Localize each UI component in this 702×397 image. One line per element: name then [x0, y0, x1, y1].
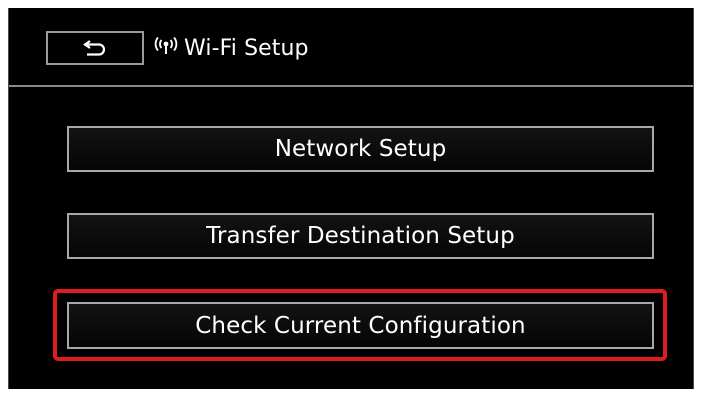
transfer-destination-setup-button[interactable]: Transfer Destination Setup [67, 213, 654, 259]
return-arrow-icon [82, 39, 108, 57]
network-setup-button[interactable]: Network Setup [67, 126, 654, 172]
back-button[interactable] [46, 31, 144, 65]
check-current-configuration-button[interactable]: Check Current Configuration [67, 302, 654, 349]
page-title: Wi-Fi Setup [184, 35, 309, 61]
camera-screen: Wi-Fi Setup Network Setup Transfer Desti… [8, 8, 694, 389]
header-title-group: Wi-Fi Setup [153, 31, 309, 65]
header-bar: Wi-Fi Setup [9, 8, 693, 87]
wifi-signal-icon [153, 36, 179, 60]
